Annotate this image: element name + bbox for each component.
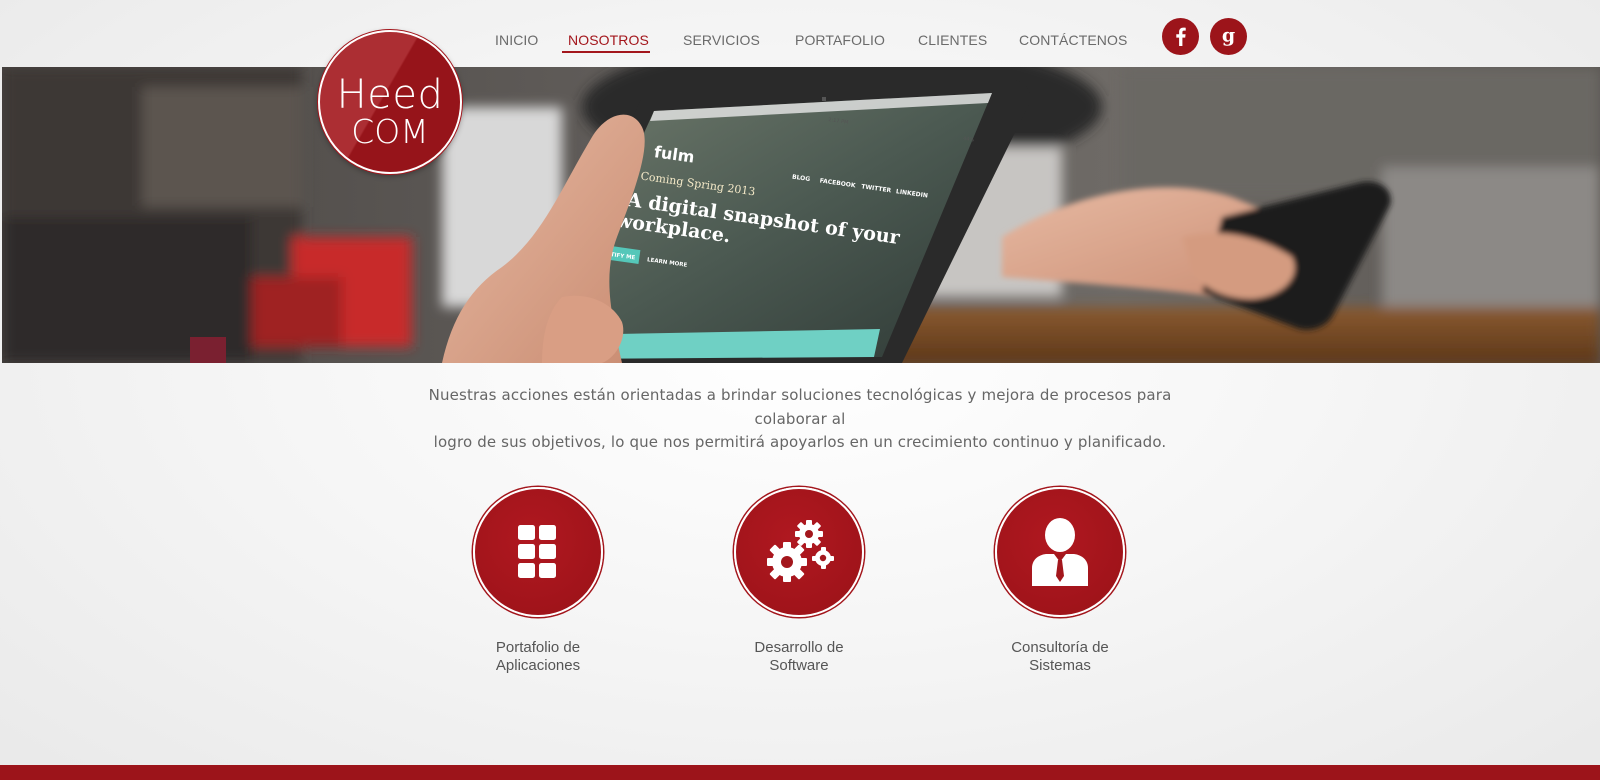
intro-paragraph: Nuestras acciones están orientadas a bri… xyxy=(400,384,1200,455)
footer-bar xyxy=(0,765,1600,780)
facebook-icon xyxy=(1176,27,1186,46)
apps-grid-icon xyxy=(518,525,556,578)
service-consultoria-line1: Consultoría de xyxy=(1011,639,1109,656)
service-desarrollo-line1: Desarrollo de xyxy=(754,639,844,656)
nav-item-contactenos[interactable]: CONTÁCTENOS xyxy=(1019,32,1127,48)
intro-line-1: Nuestras acciones están orientadas a bri… xyxy=(428,386,1172,428)
service-consultoria-line2: Sistemas xyxy=(1029,657,1091,674)
active-nav-underline xyxy=(562,51,650,53)
svg-text:g: g xyxy=(1222,25,1235,47)
gears-icon xyxy=(767,520,834,582)
service-portafolio-line2: Aplicaciones xyxy=(495,657,581,674)
service-consultoria-button[interactable] xyxy=(995,487,1125,617)
google-button[interactable]: g xyxy=(1210,18,1247,55)
intro-line-2: logro de sus objetivos, lo que nos permi… xyxy=(433,433,1167,451)
top-nav: INICIO NOSOTROS SERVICIOS PORTAFOLIO CLI… xyxy=(0,0,1600,66)
consultant-icon xyxy=(1032,518,1088,586)
service-consultoria-label[interactable]: Consultoría de Sistemas xyxy=(960,639,1160,675)
hero-photo: fulm BLOG FACEBOOK TWITTER LINKEDIN Comi… xyxy=(2,67,1600,363)
service-desarrollo-button[interactable] xyxy=(734,487,864,617)
service-portafolio-label[interactable]: Portafolio de Aplicaciones xyxy=(438,639,638,675)
service-desarrollo-line2: Software xyxy=(769,657,829,674)
hero-banner: fulm BLOG FACEBOOK TWITTER LINKEDIN Comi… xyxy=(2,67,1600,363)
logo-text-com: COM xyxy=(351,112,429,151)
heedcom-logo[interactable]: Heed COM xyxy=(318,30,462,174)
facebook-button[interactable] xyxy=(1162,18,1199,55)
nav-item-clientes[interactable]: CLIENTES xyxy=(918,32,987,48)
nav-item-inicio[interactable]: INICIO xyxy=(495,32,538,48)
service-desarrollo: Desarrollo de Software xyxy=(699,487,899,675)
google-icon: g xyxy=(1222,25,1235,47)
nav-item-servicios[interactable]: SERVICIOS xyxy=(683,32,760,48)
service-desarrollo-label[interactable]: Desarrollo de Software xyxy=(699,639,899,675)
nav-item-portafolio[interactable]: PORTAFOLIO xyxy=(795,32,885,48)
service-portafolio-line1: Portafolio de xyxy=(495,639,581,656)
service-consultoria: Consultoría de Sistemas xyxy=(960,487,1160,675)
service-portafolio: Portafolio de Aplicaciones xyxy=(438,487,638,675)
nav-item-nosotros[interactable]: NOSOTROS xyxy=(568,32,649,48)
service-portafolio-button[interactable] xyxy=(473,487,603,617)
